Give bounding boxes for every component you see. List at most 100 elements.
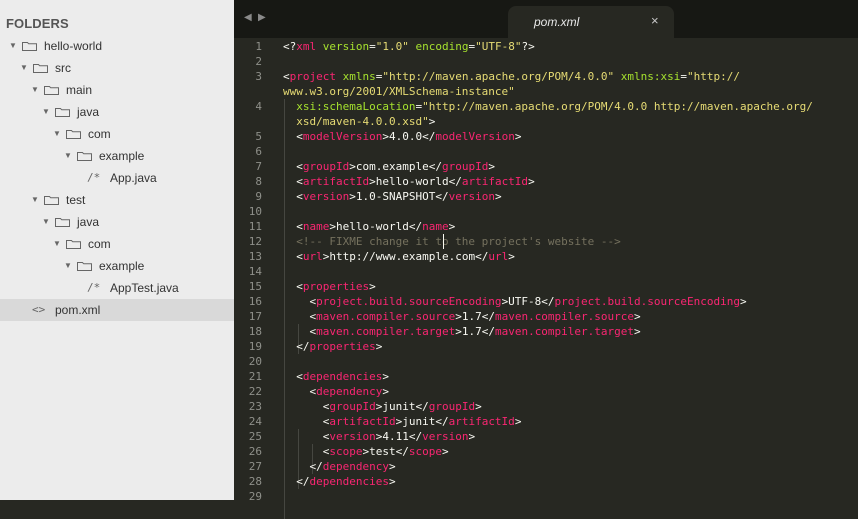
- code-token: xmlns:xsi: [614, 70, 681, 83]
- tree-folder[interactable]: ▼ java: [0, 211, 234, 233]
- line-number: 13: [248, 250, 262, 263]
- code-line[interactable]: <version>1.0-SNAPSHOT</version>: [283, 189, 501, 204]
- code-line[interactable]: </dependencies>: [283, 474, 396, 489]
- code-line[interactable]: <artifactId>hello-world</artifactId>: [283, 174, 535, 189]
- tree-file[interactable]: <> pom.xml: [0, 299, 234, 321]
- code-token: >4.0.0</: [382, 130, 436, 143]
- code-token: project.build.sourceEncoding: [316, 295, 502, 308]
- code-token: <: [283, 310, 317, 323]
- code-line[interactable]: <version>4.11</version>: [283, 429, 475, 444]
- disclosure-arrow-icon[interactable]: ▼: [8, 35, 18, 57]
- code-token: <: [283, 70, 290, 83]
- code-token: groupId: [302, 160, 350, 173]
- code-line[interactable]: <project.build.sourceEncoding>UTF-8</pro…: [283, 294, 746, 309]
- code-token: <: [283, 175, 303, 188]
- code-token: artifactId: [461, 175, 529, 188]
- code-token: >4.11</: [375, 430, 423, 443]
- code-token: <?: [283, 40, 297, 53]
- tree-folder[interactable]: ▼ com: [0, 233, 234, 255]
- nav-forward-icon[interactable]: ▶: [258, 12, 266, 23]
- code-token: >: [508, 250, 515, 263]
- tree-folder[interactable]: ▼ java: [0, 101, 234, 123]
- disclosure-arrow-icon[interactable]: ▼: [30, 79, 40, 101]
- nav-back-icon[interactable]: ◀: [244, 12, 252, 23]
- code-line[interactable]: </dependency>: [283, 459, 396, 474]
- code-token: dependencies: [309, 475, 389, 488]
- close-icon[interactable]: ×: [651, 13, 659, 28]
- line-number: 19: [248, 340, 262, 353]
- code-line[interactable]: <groupId>com.example</groupId>: [283, 159, 495, 174]
- line-number: 29: [248, 490, 262, 503]
- code-token: >: [388, 460, 396, 473]
- tree-folder[interactable]: ▼ test: [0, 189, 234, 211]
- code-token: </: [283, 460, 323, 473]
- code-token: <: [283, 280, 303, 293]
- code-line[interactable]: <name>hello-world</name>: [283, 219, 455, 234]
- code-token: <: [283, 295, 317, 308]
- code-token: "http://maven.apache.org/POM/4.0.0": [382, 70, 615, 83]
- disclosure-arrow-icon[interactable]: ▼: [63, 255, 73, 277]
- line-number: 8: [255, 175, 262, 188]
- line-number: 27: [248, 460, 262, 473]
- folder-icon: [44, 85, 59, 95]
- code-editor[interactable]: 1 <?xml version="1.0" encoding="UTF-8"?> 2…: [234, 38, 858, 519]
- code-line[interactable]: <dependency>: [283, 384, 389, 399]
- code-line[interactable]: xsi:schemaLocation="http://maven.apache.…: [283, 99, 813, 114]
- code-line[interactable]: <url>http://www.example.com</url>: [283, 249, 515, 264]
- code-token: >: [448, 220, 456, 233]
- code-token: url: [302, 250, 323, 263]
- code-token: version: [316, 40, 370, 53]
- tree-folder[interactable]: ▼ example: [0, 145, 234, 167]
- tree-folder[interactable]: ▼ com: [0, 123, 234, 145]
- tab-pom-xml[interactable]: pom.xml ×: [508, 6, 674, 38]
- tree-folder[interactable]: ▼ hello-world: [0, 35, 234, 57]
- code-line[interactable]: <properties>: [283, 279, 376, 294]
- code-token: version: [329, 430, 376, 443]
- code-line[interactable]: <scope>test</scope>: [283, 444, 449, 459]
- code-line[interactable]: <!-- FIXME change it to the project's we…: [283, 234, 621, 249]
- disclosure-arrow-icon[interactable]: ▼: [19, 57, 29, 79]
- code-token: artifactId: [448, 415, 515, 428]
- code-line[interactable]: <maven.compiler.target>1.7</maven.compil…: [283, 324, 641, 339]
- code-token: >: [375, 340, 383, 353]
- code-token: xsi:schemaLocation: [296, 100, 416, 113]
- tree-folder[interactable]: ▼ src: [0, 57, 234, 79]
- tree-folder[interactable]: ▼ example: [0, 255, 234, 277]
- disclosure-arrow-icon[interactable]: ▼: [41, 211, 51, 233]
- tree-file[interactable]: /* AppTest.java: [0, 277, 234, 299]
- code-line[interactable]: <maven.compiler.source>1.7</maven.compil…: [283, 309, 640, 324]
- tree-item-label: App.java: [110, 171, 157, 185]
- code-token: </: [283, 475, 310, 488]
- disclosure-arrow-icon[interactable]: ▼: [41, 101, 51, 123]
- code-token: xsd/maven-4.0.0.xsd": [283, 115, 429, 128]
- disclosure-arrow-icon[interactable]: ▼: [30, 189, 40, 211]
- line-number: 21: [248, 370, 262, 383]
- code-line[interactable]: xsd/maven-4.0.0.xsd">: [283, 114, 435, 129]
- line-number: 22: [248, 385, 262, 398]
- code-token: scope: [408, 445, 442, 458]
- tree-item-label: AppTest.java: [110, 281, 179, 295]
- disclosure-arrow-icon[interactable]: ▼: [52, 233, 62, 255]
- line-number: 3: [255, 70, 262, 83]
- line-number: 26: [248, 445, 262, 458]
- code-token: properties: [309, 340, 376, 353]
- code-token: artifactId: [302, 175, 370, 188]
- code-token: <: [283, 415, 330, 428]
- code-token: >: [528, 175, 535, 188]
- tree-file[interactable]: /* App.java: [0, 167, 234, 189]
- code-line[interactable]: <project xmlns="http://maven.apache.org/…: [283, 69, 740, 84]
- code-token: project.build.sourceEncoding: [554, 295, 740, 308]
- code-line[interactable]: www.w3.org/2001/XMLSchema-instance": [283, 84, 515, 99]
- code-line[interactable]: </properties>: [283, 339, 382, 354]
- code-line[interactable]: <artifactId>junit</artifactId>: [283, 414, 522, 429]
- tree-folder[interactable]: ▼ main: [0, 79, 234, 101]
- disclosure-arrow-icon[interactable]: ▼: [52, 123, 62, 145]
- code-line[interactable]: <groupId>junit</groupId>: [283, 399, 482, 414]
- code-line[interactable]: <dependencies>: [283, 369, 389, 384]
- code-line[interactable]: <?xml version="1.0" encoding="UTF-8"?>: [283, 39, 535, 54]
- disclosure-arrow-icon[interactable]: ▼: [63, 145, 73, 167]
- code-line[interactable]: <modelVersion>4.0.0</modelVersion>: [283, 129, 521, 144]
- code-token: name: [302, 220, 330, 233]
- code-token: >: [388, 475, 396, 488]
- code-token: >: [634, 325, 641, 338]
